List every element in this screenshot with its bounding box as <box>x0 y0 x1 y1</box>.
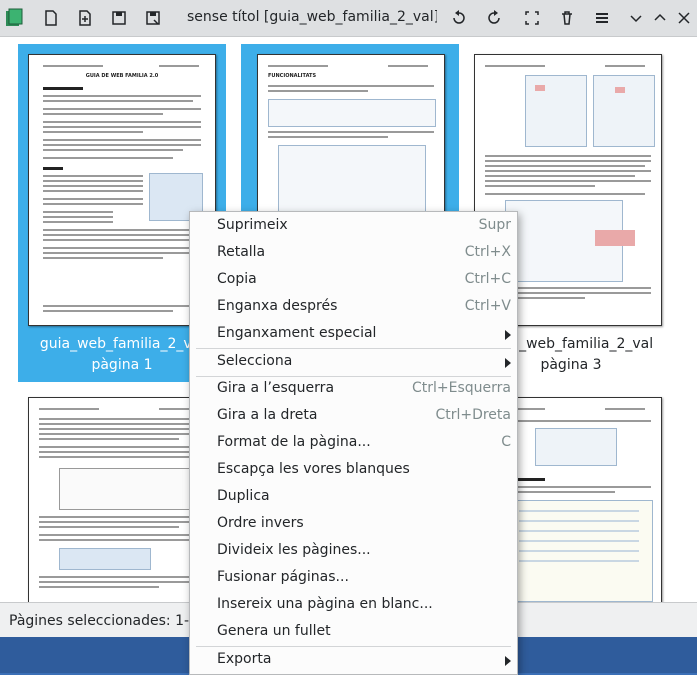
title-bar: sense títol [guia_web_familia_2_val] – .… <box>0 0 697 37</box>
menu-item-label: Suprimeix <box>217 217 288 233</box>
menu-item-shortcut: C <box>501 434 511 450</box>
save-icon[interactable] <box>109 8 129 28</box>
page-thumbnail-4 <box>28 397 216 602</box>
submenu-arrow-icon <box>505 358 511 368</box>
page1-heading: GUIA DE WEB FAMILIA 2.0 <box>85 73 159 79</box>
page-thumbnail-1: GUIA DE WEB FAMILIA 2.0 <box>28 54 216 326</box>
menu-item-crop-margins[interactable]: Escapça les vores blanques <box>190 457 517 484</box>
rotate-left-icon[interactable] <box>449 8 469 28</box>
menu-item-label: Gira a l’esquerra <box>217 380 335 396</box>
menu-item-shortcut: Ctrl+C <box>464 271 511 287</box>
menu-item-export[interactable]: Exporta <box>190 647 517 674</box>
menu-item-rotate-right[interactable]: Gira a la dreta Ctrl+Dreta <box>190 403 517 430</box>
menu-item-shortcut: Supr <box>478 217 511 233</box>
menu-item-label: Selecciona <box>217 353 293 369</box>
submenu-arrow-icon <box>505 330 511 340</box>
save-as-icon[interactable] <box>143 8 163 28</box>
hamburger-menu-icon[interactable] <box>592 8 612 28</box>
menu-item-label: Divideix les pàgines... <box>217 542 371 558</box>
menu-item-label: Enganxa després <box>217 298 338 314</box>
add-page-icon[interactable] <box>75 8 95 28</box>
menu-item-rotate-left[interactable]: Gira a l’esquerra Ctrl+Esquerra <box>190 376 517 403</box>
close-icon[interactable] <box>674 8 694 28</box>
menu-item-label: Retalla <box>217 244 266 260</box>
menu-item-cut[interactable]: Retalla Ctrl+X <box>190 240 517 267</box>
context-menu: Suprimeix Supr Retalla Ctrl+X Copia Ctrl… <box>189 211 518 675</box>
menu-item-select[interactable]: Selecciona <box>190 349 517 376</box>
menu-item-label: Exporta <box>217 651 272 667</box>
menu-item-label: Escapça les vores blanques <box>217 461 410 477</box>
menu-item-shortcut: Ctrl+Esquerra <box>412 380 511 396</box>
submenu-arrow-icon <box>505 656 511 666</box>
page2-heading: FUNCIONALITATS <box>268 73 317 79</box>
menu-item-paste-special[interactable]: Enganxament especial <box>190 321 517 348</box>
menu-item-label: Format de la pàgina... <box>217 434 371 450</box>
menu-item-merge-pages[interactable]: Fusionar páginas... <box>190 565 517 592</box>
menu-item-label: Fusionar páginas... <box>217 569 349 585</box>
menu-item-paste-after[interactable]: Enganxa després Ctrl+V <box>190 294 517 321</box>
menu-item-label: Insereix una pàgina en blanc... <box>217 596 433 612</box>
delete-icon[interactable] <box>557 8 577 28</box>
select-area-icon[interactable] <box>522 8 542 28</box>
menu-item-label: Gira a la dreta <box>217 407 318 423</box>
menu-item-page-format[interactable]: Format de la pàgina... C <box>190 430 517 457</box>
menu-item-copy[interactable]: Copia Ctrl+C <box>190 267 517 294</box>
window-title: sense títol [guia_web_familia_2_val] – .… <box>187 9 437 25</box>
app-logo-icon <box>4 8 24 28</box>
menu-item-reverse-order[interactable]: Ordre invers <box>190 511 517 538</box>
menu-item-duplicate[interactable]: Duplica <box>190 484 517 511</box>
maximize-chevron-icon[interactable] <box>650 8 670 28</box>
menu-item-delete[interactable]: Suprimeix Supr <box>190 213 517 240</box>
menu-item-split-pages[interactable]: Divideix les pàgines... <box>190 538 517 565</box>
menu-item-generate-booklet[interactable]: Genera un fullet <box>190 619 517 646</box>
menu-item-shortcut: Ctrl+V <box>464 298 511 314</box>
menu-item-insert-blank-page[interactable]: Insereix una pàgina en blanc... <box>190 592 517 619</box>
menu-item-label: Enganxament especial <box>217 325 377 341</box>
menu-item-label: Copia <box>217 271 257 287</box>
rotate-right-icon[interactable] <box>484 8 504 28</box>
minimize-chevron-icon[interactable] <box>626 8 646 28</box>
new-document-icon[interactable] <box>41 8 61 28</box>
menu-item-label: Ordre invers <box>217 515 304 531</box>
menu-item-label: Genera un fullet <box>217 623 331 639</box>
menu-item-shortcut: Ctrl+Dreta <box>435 407 511 423</box>
menu-item-shortcut: Ctrl+X <box>464 244 511 260</box>
menu-item-label: Duplica <box>217 488 270 504</box>
